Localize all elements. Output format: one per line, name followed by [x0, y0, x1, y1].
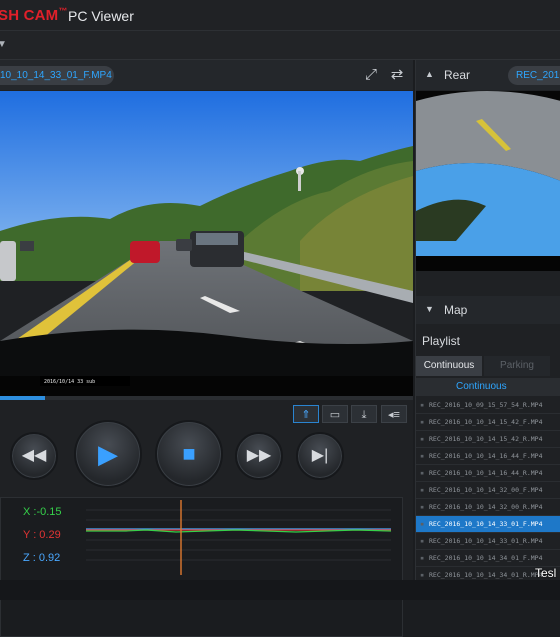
watermark: Tesl [535, 566, 557, 580]
rear-header: ▲ Rear REC_2016_ [416, 60, 560, 90]
collapse-map-icon[interactable]: ▼ [425, 304, 434, 314]
playlist-category: Continuous [416, 378, 560, 396]
tab-continuous[interactable]: Continuous [416, 356, 482, 376]
sensor-plot [86, 500, 391, 575]
next-button[interactable]: ▶| [296, 432, 344, 480]
playlist-tabs: Continuous Parking [416, 356, 560, 376]
playlist-file-row[interactable]: ▪ REC_2016_10_10_14_32_00_F.MP4 [416, 482, 560, 499]
fast-forward-button[interactable]: ▶▶ [235, 432, 283, 480]
playlist-file-row[interactable]: ▪ REC_2016_10_09_15_57_54_R.MP4 [416, 397, 560, 414]
playlist-file-name: REC_2016_10_10_14_33_01_F.MP4 [429, 520, 543, 528]
file-marker-icon: ▪ [420, 469, 425, 477]
playlist-file-name: REC_2016_10_10_14_32_00_R.MP4 [429, 503, 543, 511]
seek-progress-fill [0, 396, 46, 400]
tab-parking[interactable]: Parking [484, 356, 550, 376]
front-camera-panel: 10_10_14_33_01_F.MP4 ⤢ ⇄ 2016/10/14 33 s… [0, 60, 413, 637]
playlist-file-row[interactable]: ▪ REC_2016_10_10_14_16_44_R.MP4 [416, 465, 560, 482]
video-tool-row: ⇑ ▭ ⤓ ◂≡ [0, 402, 413, 426]
status-bar [0, 580, 560, 600]
menu-dropdown-icon[interactable]: ▼ [0, 39, 7, 50]
playlist-file-name: REC_2016_10_10_14_34_01_F.MP4 [429, 554, 543, 562]
playlist-file-name: REC_2016_10_10_14_33_01_R.MP4 [429, 537, 543, 545]
playlist-label: Playlist [422, 334, 461, 348]
rear-label: Rear [444, 68, 471, 82]
playlist-files: ▪ REC_2016_10_09_15_57_54_R.MP4 ▪ REC_2016_… [416, 397, 560, 580]
playlist-file-row[interactable]: ▪ REC_2016_10_10_14_33_01_F.MP4 [416, 516, 560, 533]
playlist-file-name: REC_2016_10_10_14_16_44_F.MP4 [429, 452, 543, 460]
file-marker-icon: ▪ [420, 554, 425, 562]
swap-camera-icon[interactable]: ⇄ [388, 66, 406, 84]
playlist-file-name: REC_2016_10_10_14_32_00_F.MP4 [429, 486, 543, 494]
download-icon[interactable]: ⤓ [351, 405, 377, 423]
file-marker-icon: ▪ [420, 435, 425, 443]
brand-logo: SH CAM™ [0, 6, 68, 24]
playlist-file-row[interactable]: ▪ REC_2016_10_10_14_15_42_F.MP4 [416, 414, 560, 431]
playlist-file-row[interactable]: ▪ REC_2016_10_10_14_32_00_R.MP4 [416, 499, 560, 516]
front-file-name[interactable]: 10_10_14_33_01_F.MP4 [0, 66, 114, 85]
collapse-rear-icon[interactable]: ▲ [425, 69, 434, 79]
rewind-button[interactable]: ◀◀ [10, 432, 58, 480]
fullscreen-icon[interactable]: ▭ [322, 405, 348, 423]
play-button[interactable]: ▶ [74, 420, 142, 488]
rear-video-frame [416, 91, 560, 271]
chart-up-icon[interactable]: ⇑ [293, 405, 319, 423]
rear-camera-panel: ▲ Rear REC_2016_ ▼ Map Playlist Continuo… [415, 60, 560, 580]
map-header[interactable]: ▼ Map [416, 296, 560, 324]
playlist-file-row[interactable]: ▪ REC_2016_10_10_14_33_01_R.MP4 [416, 533, 560, 550]
playlist-file-row[interactable]: ▪ REC_2016_10_10_14_15_42_R.MP4 [416, 431, 560, 448]
front-file-bar: 10_10_14_33_01_F.MP4 ⤢ ⇄ [0, 60, 413, 90]
playlist-file-name: REC_2016_10_10_14_15_42_F.MP4 [429, 418, 543, 426]
app-title: PC Viewer [68, 8, 134, 24]
playlist-file-name: REC_2016_10_09_15_57_54_R.MP4 [429, 401, 543, 409]
rear-file-name[interactable]: REC_2016_ [508, 66, 560, 85]
playlist-file-row[interactable]: ▪ REC_2016_10_10_14_34_01_F.MP4 [416, 550, 560, 567]
file-marker-icon: ▪ [420, 537, 425, 545]
expand-icon[interactable]: ⤢ [362, 66, 380, 84]
z-axis-value: Z : 0.92 [23, 552, 61, 564]
map-label: Map [444, 303, 468, 317]
x-axis-value: X :-0.15 [23, 506, 62, 518]
playlist-file-row[interactable]: ▪ REC_2016_10_10_14_16_44_F.MP4 [416, 448, 560, 465]
file-marker-icon: ▪ [420, 503, 425, 511]
file-marker-icon: ▪ [420, 486, 425, 494]
playlist-file-name: REC_2016_10_10_14_16_44_R.MP4 [429, 469, 543, 477]
playlist-file-name: REC_2016_10_10_14_15_42_R.MP4 [429, 435, 543, 443]
file-marker-icon: ▪ [420, 452, 425, 460]
file-marker-icon: ▪ [420, 401, 425, 409]
file-marker-icon: ▪ [420, 571, 425, 579]
file-marker-icon: ▪ [420, 520, 425, 528]
menu-bar: ▼ [0, 31, 560, 60]
front-video-frame: 2016/10/14 33 sub [0, 91, 413, 396]
g-sensor-graph: X :-0.15 Y : 0.29 Z : 0.92 [0, 497, 403, 637]
playlist-file-name: REC_2016_10_10_14_34_01_R.MP4 [429, 571, 543, 579]
video-overlay-text: 2016/10/14 33 sub [44, 379, 95, 385]
category-label: Continuous [456, 381, 507, 392]
playlist-header: Playlist [416, 326, 560, 354]
file-marker-icon: ▪ [420, 418, 425, 426]
y-axis-value: Y : 0.29 [23, 529, 61, 541]
title-bar: SH CAM™ PC Viewer [0, 0, 560, 31]
seek-bar[interactable] [0, 396, 413, 400]
x-series-line [86, 529, 391, 533]
front-video-view[interactable]: 2016/10/14 33 sub [0, 91, 413, 396]
volume-icon[interactable]: ◂≡ [381, 405, 407, 423]
stop-button[interactable]: ■ [155, 420, 223, 488]
rear-video-view[interactable] [416, 91, 560, 271]
